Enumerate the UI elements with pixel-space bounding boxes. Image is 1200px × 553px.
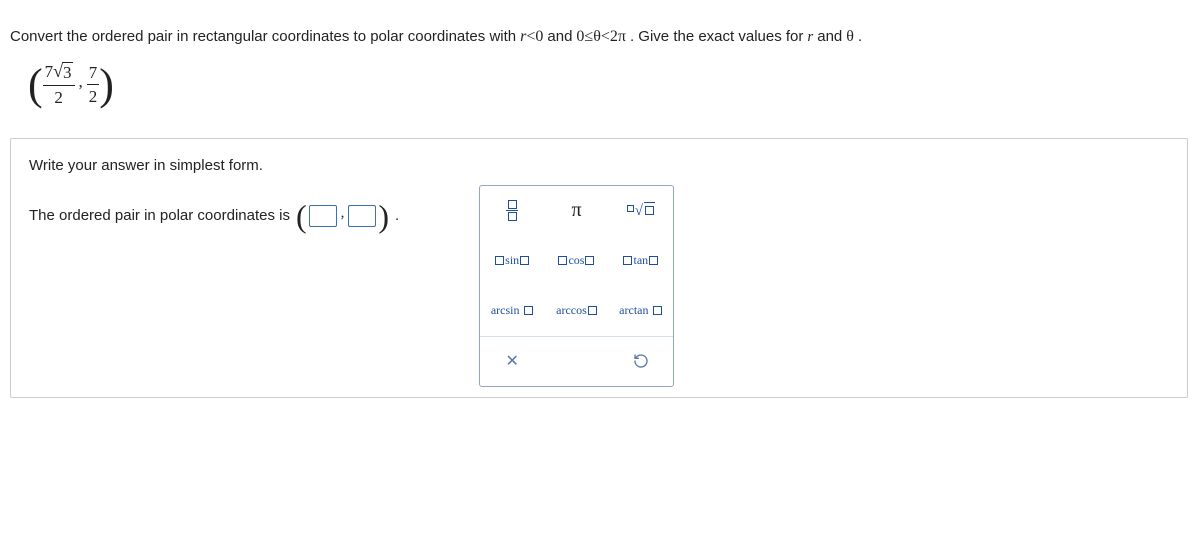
tool-clear[interactable]: ✕ — [480, 336, 544, 386]
answer-instruction: Write your answer in simplest form. — [29, 157, 1169, 174]
question-tail: . Give the exact values for — [630, 28, 803, 45]
tool-arccos[interactable]: arccos — [544, 286, 608, 336]
tool-sin[interactable]: sin — [480, 236, 544, 286]
tool-reset[interactable] — [609, 336, 673, 386]
tool-nth-root[interactable]: √ — [609, 186, 673, 236]
theta-input[interactable] — [348, 205, 376, 227]
question-text: Convert the ordered pair in rectangular … — [10, 28, 1190, 46]
and2-text: and — [817, 28, 842, 45]
var-r: r — [807, 29, 813, 46]
answer-panel: Write your answer in simplest form. The … — [10, 138, 1188, 398]
question-lead: Convert the ordered pair in rectangular … — [10, 28, 516, 45]
and-text: and — [547, 28, 572, 45]
ans-right-paren: ) — [378, 200, 389, 232]
tool-cos[interactable]: cos — [544, 236, 608, 286]
answer-input-pair: ( , ) — [296, 200, 389, 232]
close-icon: ✕ — [505, 351, 518, 371]
ans-left-paren: ( — [296, 200, 307, 232]
tool-fraction[interactable] — [480, 186, 544, 236]
tool-spacer — [544, 336, 608, 386]
x-fraction: 7√3 2 — [43, 62, 75, 108]
cond-r: r<0 — [520, 28, 543, 46]
right-paren: ) — [99, 63, 114, 107]
left-paren: ( — [28, 63, 43, 107]
question-period: . — [858, 28, 862, 45]
r-input[interactable] — [309, 205, 337, 227]
tool-pi[interactable]: π — [544, 186, 608, 236]
y-fraction: 7 2 — [87, 63, 100, 107]
ans-comma: , — [339, 205, 347, 226]
tool-tan[interactable]: tan — [609, 236, 673, 286]
answer-label: The ordered pair in polar coordinates is — [29, 207, 290, 224]
math-tool-panel: π √ sin cos tan arcsin arccos arctan ✕ — [479, 185, 674, 387]
ordered-pair: ( 7√3 2 , 7 2 ) — [28, 62, 1190, 108]
tool-arcsin[interactable]: arcsin — [480, 286, 544, 336]
var-theta: θ — [846, 28, 854, 46]
cond-theta: 0≤θ<2π — [576, 28, 626, 46]
answer-period: . — [395, 207, 399, 224]
tool-arctan[interactable]: arctan — [609, 286, 673, 336]
reset-icon — [633, 353, 649, 369]
pair-comma: , — [75, 72, 87, 98]
